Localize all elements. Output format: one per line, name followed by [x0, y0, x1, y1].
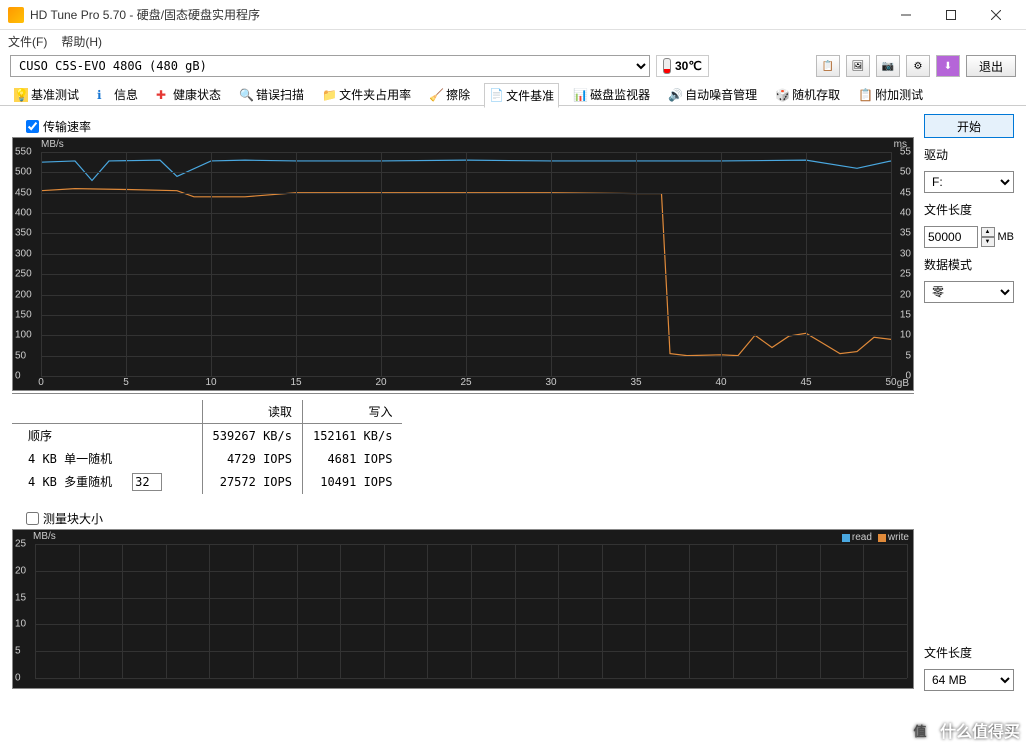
screenshot-button[interactable]: 🖼	[846, 55, 870, 77]
menu-help[interactable]: 帮助(H)	[61, 33, 102, 50]
settings-button[interactable]: ⚙	[906, 55, 930, 77]
app-icon	[8, 7, 24, 23]
copy-button[interactable]: 📋	[816, 55, 840, 77]
file-length-spinner[interactable]: ▲▼	[981, 227, 995, 247]
menu-file[interactable]: 文件(F)	[8, 33, 47, 50]
y-axis-left-unit: MB/s	[41, 139, 64, 150]
maximize-button[interactable]	[928, 0, 973, 30]
table-row: 4 KB 多重随机32 27572 IOPS 10491 IOPS	[12, 470, 402, 494]
tab-extra[interactable]: 📋附加测试	[854, 83, 927, 106]
titlebar: HD Tune Pro 5.70 - 硬盘/固态硬盘实用程序	[0, 0, 1026, 30]
start-button[interactable]: 开始	[924, 114, 1014, 138]
tab-folder-usage[interactable]: 📁文件夹占用率	[318, 83, 415, 106]
tab-file-benchmark[interactable]: 📄文件基准	[484, 83, 559, 108]
tab-health[interactable]: ✚健康状态	[152, 83, 225, 106]
block-size-checkbox[interactable]	[26, 512, 39, 525]
file-length-label: 文件长度	[924, 201, 1014, 218]
tab-bar: 💡基准测试 ℹ信息 ✚健康状态 🔍错误扫描 📁文件夹占用率 🧹擦除 📄文件基准 …	[0, 80, 1026, 106]
drive-select[interactable]: CUSO C5S-EVO 480G (480 gB)	[10, 55, 650, 77]
data-mode-label: 数据模式	[924, 256, 1014, 273]
drive-label: 驱动	[924, 146, 1014, 163]
table-row: 顺序 539267 KB/s 152161 KB/s	[12, 424, 402, 448]
file-length-unit: MB	[998, 231, 1015, 243]
tab-info[interactable]: ℹ信息	[93, 83, 142, 106]
tab-benchmark[interactable]: 💡基准测试	[10, 83, 83, 106]
tab-aam[interactable]: 🔊自动噪音管理	[664, 83, 761, 106]
tab-error-scan[interactable]: 🔍错误扫描	[235, 83, 308, 106]
chart-legend: read write	[842, 532, 909, 543]
minimize-button[interactable]	[883, 0, 928, 30]
block-size-chart: MB/s read write 0510152025	[12, 529, 914, 689]
table-row: 4 KB 单一随机 4729 IOPS 4681 IOPS	[12, 447, 402, 470]
side-panel: 开始 驱动 F: 文件长度 50000 ▲▼ MB 数据模式 零 文件长度 64…	[924, 114, 1014, 691]
results-table: 读取 写入 顺序 539267 KB/s 152161 KB/s 4 KB 单一…	[12, 393, 914, 506]
save-button[interactable]: ⬇	[936, 55, 960, 77]
content-area: 传输速率 MB/s ms gB 050100150200250300350400…	[0, 106, 1026, 699]
transfer-rate-label: 传输速率	[43, 118, 91, 135]
watermark-icon: 值	[906, 716, 934, 744]
queue-depth-spinner[interactable]: 32	[132, 473, 162, 491]
window-title: HD Tune Pro 5.70 - 硬盘/固态硬盘实用程序	[30, 6, 883, 23]
tab-disk-monitor[interactable]: 📊磁盘监视器	[569, 83, 654, 106]
watermark-text: 什么值得买	[940, 718, 1020, 742]
watermark: 值 什么值得买	[906, 716, 1020, 744]
menubar: 文件(F) 帮助(H)	[0, 30, 1026, 52]
close-button[interactable]	[973, 0, 1018, 30]
y-axis-unit: MB/s	[33, 531, 56, 542]
temperature-display: 30℃	[656, 55, 709, 77]
file-length2-label: 文件长度	[924, 644, 1014, 661]
tab-erase[interactable]: 🧹擦除	[425, 83, 474, 106]
block-size-label: 测量块大小	[43, 510, 103, 527]
transfer-rate-chart: MB/s ms gB 05010015020025030035040045050…	[12, 137, 914, 391]
read-header: 读取	[202, 400, 302, 424]
data-mode-select[interactable]: 零	[924, 281, 1014, 303]
camera-button[interactable]: 📷	[876, 55, 900, 77]
thermometer-icon	[663, 58, 671, 74]
file-length2-select[interactable]: 64 MB	[924, 669, 1014, 691]
transfer-rate-checkbox[interactable]	[26, 120, 39, 133]
write-header: 写入	[302, 400, 402, 424]
toolbar: CUSO C5S-EVO 480G (480 gB) 30℃ 📋 🖼 📷 ⚙ ⬇…	[0, 52, 1026, 80]
drive-letter-select[interactable]: F:	[924, 171, 1014, 193]
temperature-value: 30℃	[675, 59, 702, 73]
exit-button[interactable]: 退出	[966, 55, 1016, 77]
file-length-input[interactable]: 50000	[924, 226, 978, 248]
tab-random-access[interactable]: 🎲随机存取	[771, 83, 844, 106]
